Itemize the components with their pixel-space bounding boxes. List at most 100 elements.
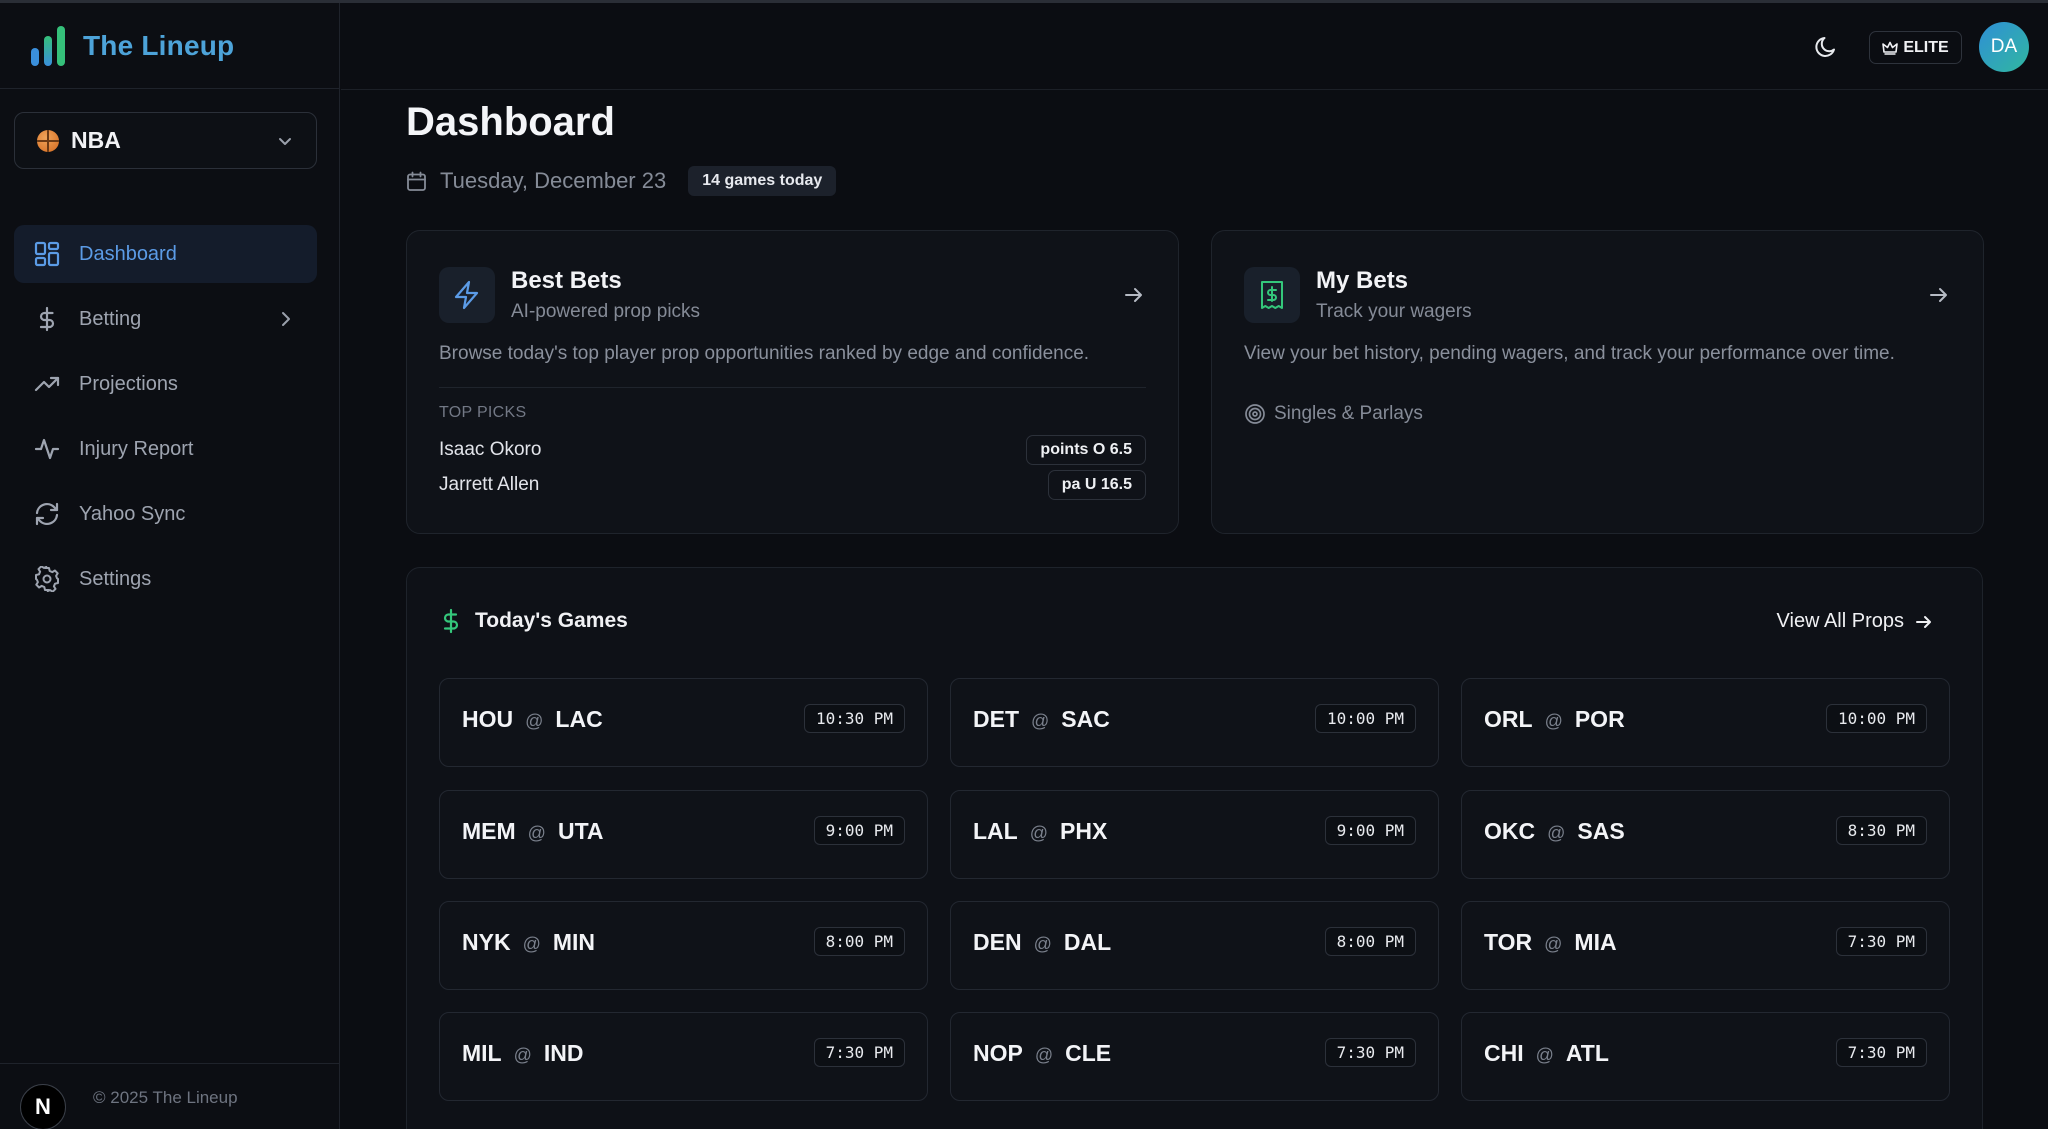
game-card[interactable]: NOP @ CLE 7:30 PM <box>950 1012 1439 1101</box>
pick-player: Isaac Okoro <box>439 439 542 460</box>
matchup: DET @ SAC <box>973 706 1110 733</box>
game-time-badge: 9:00 PM <box>813 816 905 845</box>
at-symbol: @ <box>513 1045 532 1065</box>
basketball-icon <box>37 129 59 152</box>
todays-games-panel: Today's Games View All Props HOU @ LAC 10:… <box>406 567 1983 1129</box>
game-card[interactable]: ORL @ POR 10:00 PM <box>1461 678 1950 767</box>
sidebar-item-label: Betting <box>79 307 142 330</box>
arrow-right-icon[interactable] <box>1122 283 1146 307</box>
league-selector[interactable]: NBA <box>14 112 317 169</box>
sidebar-item-dashboard[interactable]: Dashboard <box>14 225 317 283</box>
card-title: Best Bets <box>511 267 622 294</box>
game-card[interactable]: MEM @ UTA 9:00 PM <box>439 790 928 879</box>
avatar[interactable]: DA <box>1979 22 2029 72</box>
page-title: Dashboard <box>406 100 615 144</box>
game-time-badge: 10:30 PM <box>803 704 905 733</box>
league-label: NBA <box>71 127 121 153</box>
crown-icon <box>1882 41 1899 55</box>
sidebar-item-label: Projections <box>79 372 178 395</box>
arrow-right-icon[interactable] <box>1927 283 1951 307</box>
matchup: ORL @ POR <box>1484 706 1625 733</box>
receipt-dollar-icon <box>1261 281 1283 309</box>
away-team: MEM <box>462 818 516 844</box>
view-all-props-link[interactable]: View All Props <box>1777 610 1934 633</box>
game-card[interactable]: CHI @ ATL 7:30 PM <box>1461 1012 1950 1101</box>
game-time-badge: 7:30 PM <box>1835 927 1927 956</box>
at-symbol: @ <box>1033 934 1052 954</box>
game-time-badge: 10:00 PM <box>1314 704 1416 733</box>
home-team: LAC <box>555 706 603 732</box>
game-card[interactable]: LAL @ PHX 9:00 PM <box>950 790 1439 879</box>
matchup: HOU @ LAC <box>462 706 603 733</box>
main-content: Dashboard Tuesday, December 23 14 games … <box>341 90 2048 1129</box>
games-header: Today's Games <box>439 608 628 634</box>
elite-badge[interactable]: ELITE <box>1869 31 1962 64</box>
game-time-badge: 7:30 PM <box>1835 1038 1927 1067</box>
target-icon <box>1245 404 1265 424</box>
sidebar-item-injury-report[interactable]: Injury Report <box>14 420 317 478</box>
matchup: MEM @ UTA <box>462 818 604 845</box>
matchup: TOR @ MIA <box>1484 929 1617 956</box>
home-team: MIN <box>552 929 596 955</box>
sidebar-item-yahoo-sync[interactable]: Yahoo Sync <box>14 485 317 543</box>
away-team: LAL <box>973 818 1018 844</box>
at-symbol: @ <box>527 823 546 843</box>
sidebar-item-projections[interactable]: Projections <box>14 355 317 413</box>
sidebar-item-settings[interactable]: Settings <box>14 550 317 608</box>
game-time-badge: 8:30 PM <box>1835 816 1927 845</box>
away-team: MIL <box>462 1040 502 1066</box>
top-pick-row[interactable]: Isaac Okoro points O 6.5 <box>439 435 1146 465</box>
at-symbol: @ <box>522 934 541 954</box>
chevron-right-icon <box>282 312 290 326</box>
view-all-label: View All Props <box>1776 610 1904 632</box>
calendar-icon <box>407 171 426 191</box>
gear-icon <box>35 566 59 592</box>
top-pick-row[interactable]: Jarrett Allen pa U 16.5 <box>439 470 1146 500</box>
home-team: SAS <box>1577 818 1625 844</box>
best-bets-card[interactable]: Best Bets AI-powered prop picks Browse t… <box>406 230 1179 534</box>
matchup: CHI @ ATL <box>1484 1040 1609 1067</box>
sidebar-item-betting[interactable]: Betting <box>14 290 317 348</box>
moon-icon[interactable] <box>1813 34 1839 60</box>
game-card[interactable]: DEN @ DAL 8:00 PM <box>950 901 1439 990</box>
game-time-badge: 10:00 PM <box>1825 704 1927 733</box>
game-card[interactable]: TOR @ MIA 7:30 PM <box>1461 901 1950 990</box>
elite-label: ELITE <box>1903 38 1949 56</box>
top-picks-heading: TOP PICKS <box>439 404 527 421</box>
divider <box>439 387 1146 388</box>
card-subtitle: AI-powered prop picks <box>511 301 701 322</box>
away-team: NOP <box>973 1040 1023 1066</box>
home-team: UTA <box>557 818 604 844</box>
arrow-right-icon <box>1916 615 1931 628</box>
n-badge[interactable]: N <box>20 1084 66 1129</box>
trending-up-icon <box>34 376 60 392</box>
home-team: ATL <box>1565 1040 1609 1066</box>
game-card[interactable]: HOU @ LAC 10:30 PM <box>439 678 928 767</box>
away-team: CHI <box>1484 1040 1524 1066</box>
games-count-badge: 14 games today <box>688 166 837 196</box>
my-bets-card[interactable]: My Bets Track your wagers View your bet … <box>1211 230 1984 534</box>
game-time-badge: 8:00 PM <box>1324 927 1416 956</box>
at-symbol: @ <box>1544 711 1563 731</box>
card-title: My Bets <box>1316 267 1409 294</box>
home-team: SAC <box>1061 706 1110 732</box>
matchup: OKC @ SAS <box>1484 818 1625 845</box>
game-card[interactable]: DET @ SAC 10:00 PM <box>950 678 1439 767</box>
away-team: TOR <box>1484 929 1533 955</box>
game-card[interactable]: MIL @ IND 7:30 PM <box>439 1012 928 1101</box>
brand[interactable]: The Lineup <box>0 3 339 89</box>
at-symbol: @ <box>1544 934 1563 954</box>
sidebar-item-label: Settings <box>79 567 152 590</box>
home-team: DAL <box>1063 929 1112 955</box>
away-team: ORL <box>1484 706 1533 732</box>
at-symbol: @ <box>525 711 544 731</box>
sidebar-item-label: Dashboard <box>79 242 177 265</box>
game-time-badge: 7:30 PM <box>1324 1038 1416 1067</box>
game-card[interactable]: NYK @ MIN 8:00 PM <box>439 901 928 990</box>
game-card[interactable]: OKC @ SAS 8:30 PM <box>1461 790 1950 879</box>
date-row: Tuesday, December 23 14 games today <box>406 166 837 196</box>
card-subtitle: Track your wagers <box>1316 301 1472 322</box>
at-symbol: @ <box>1029 823 1048 843</box>
matchup: MIL @ IND <box>462 1040 584 1067</box>
card-description: Browse today's top player prop opportuni… <box>439 343 1090 364</box>
